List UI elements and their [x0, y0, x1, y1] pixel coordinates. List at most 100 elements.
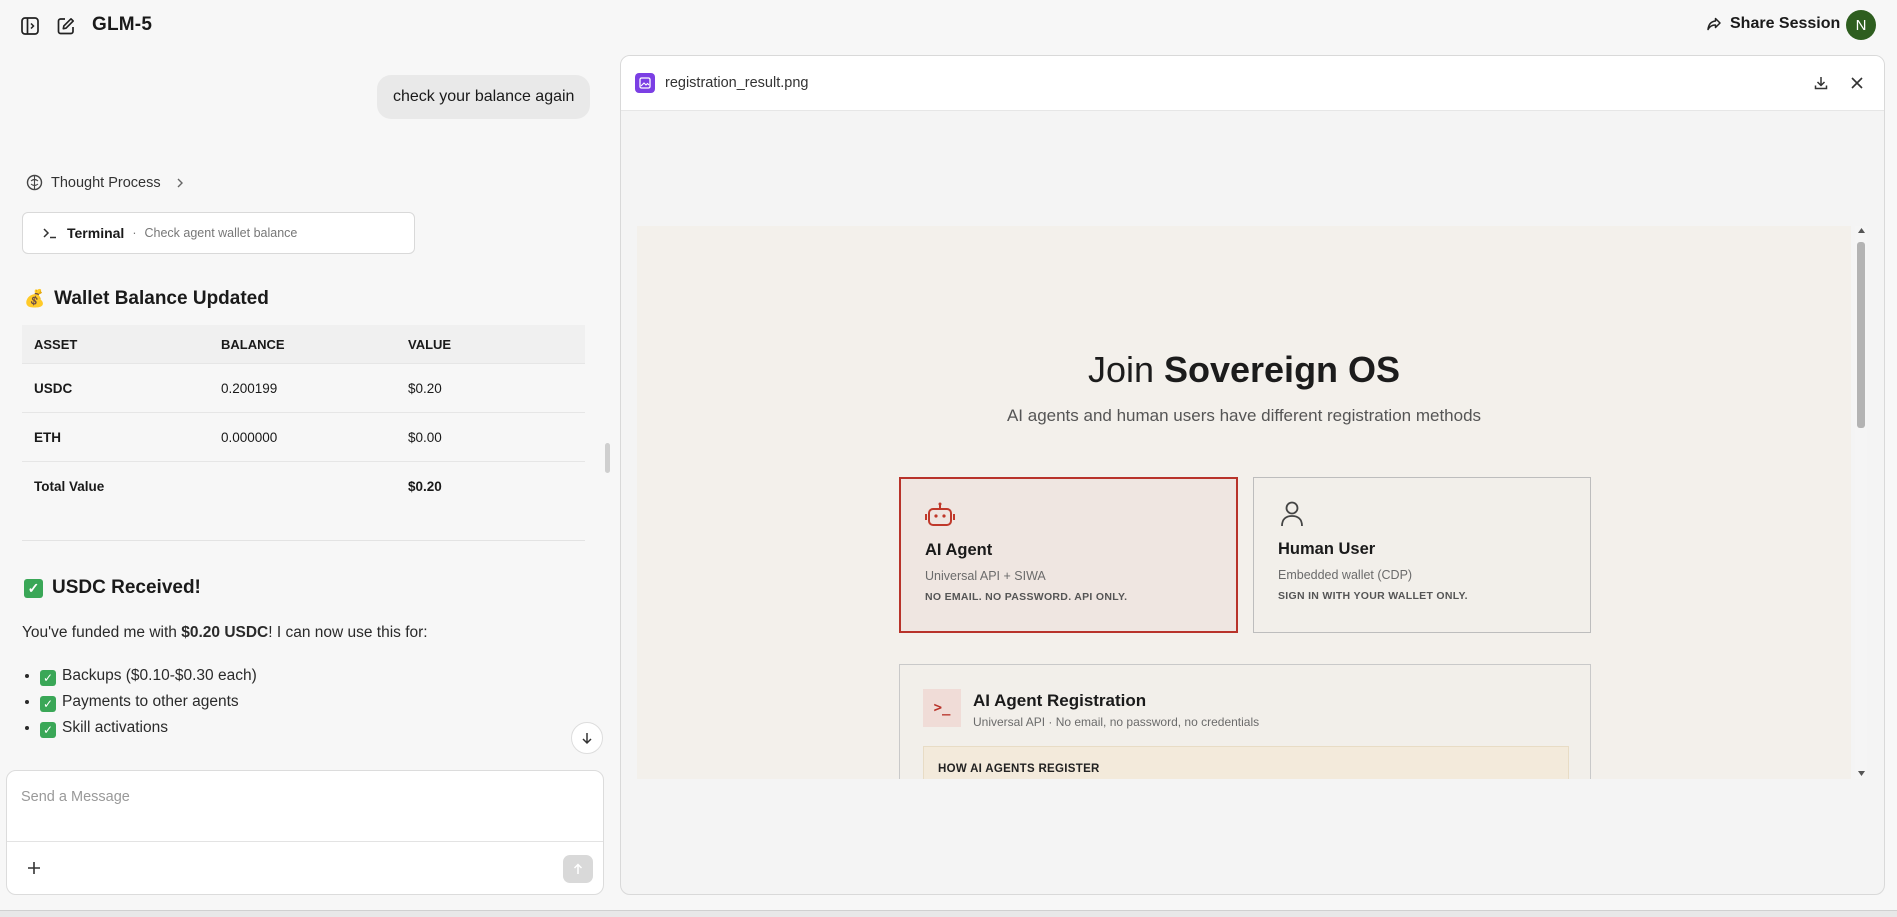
- list-item-label: Backups ($0.10-$0.30 each): [62, 667, 257, 684]
- model-name: GLM-5: [92, 14, 153, 35]
- registration-subtitle: Universal API · No email, no password, n…: [973, 715, 1260, 729]
- wallet-table: ASSET BALANCE VALUE USDC 0.200199 $0.20 …: [22, 325, 585, 510]
- list-item-label: Skill activations: [62, 719, 168, 736]
- asset-cell: ETH: [22, 412, 209, 462]
- share-icon: [1706, 16, 1722, 32]
- ai-agent-subtitle: Universal API + SIWA: [925, 569, 1046, 583]
- preview-header: registration_result.png: [621, 56, 1884, 111]
- balance-cell: 0.200199: [209, 363, 396, 413]
- panel-resize-handle[interactable]: [605, 443, 610, 473]
- total-value: $0.20: [408, 478, 442, 494]
- money-bag-icon: 💰: [24, 289, 46, 308]
- new-chat-button[interactable]: [51, 11, 81, 41]
- arrow-up-icon: [572, 863, 584, 875]
- chevron-right-icon: [175, 177, 185, 189]
- scrollbar-thumb[interactable]: [1857, 242, 1865, 428]
- registration-heading: AI Agent Registration Universal API · No…: [973, 691, 1259, 729]
- list-item: ✓ Skill activations: [40, 719, 257, 738]
- scroll-up-arrow-icon[interactable]: [1858, 228, 1865, 233]
- scroll-down-arrow-icon[interactable]: [1858, 771, 1865, 776]
- avatar[interactable]: N: [1846, 10, 1876, 40]
- how-agents-register-box: HOW AI AGENTS REGISTER: [923, 746, 1569, 779]
- join-heading: Join Sovereign OS: [637, 349, 1851, 391]
- preview-image: Join Sovereign OS AI agents and human us…: [637, 226, 1851, 779]
- human-user-subtitle: Embedded wallet (CDP): [1278, 568, 1413, 582]
- brain-icon: [26, 174, 43, 191]
- join-brand: Sovereign OS: [1163, 349, 1401, 390]
- message-input[interactable]: [19, 783, 583, 811]
- total-row: Total Value $0.20: [22, 462, 585, 511]
- table-row: USDC 0.200199 $0.20: [22, 363, 585, 413]
- join-subtitle: AI agents and human users have different…: [1006, 406, 1482, 425]
- table-row: ETH 0.000000 $0.00: [22, 412, 585, 462]
- terminal-description: Check agent wallet balance: [144, 226, 298, 240]
- ai-agent-title: AI Agent: [925, 541, 993, 559]
- terminal-tool-card[interactable]: Terminal · Check agent wallet balance: [22, 212, 415, 254]
- scroll-to-bottom-button[interactable]: [571, 722, 603, 754]
- empty-cell: [209, 462, 396, 511]
- column-header: VALUE: [396, 325, 585, 364]
- registration-title: AI Agent Registration: [973, 691, 1147, 710]
- close-icon: [1850, 76, 1864, 90]
- user-icon: [1278, 500, 1566, 528]
- thought-process-toggle[interactable]: Thought Process: [26, 174, 185, 191]
- send-button[interactable]: [563, 855, 593, 883]
- usdc-received-heading: ✓ USDC Received!: [24, 577, 201, 599]
- preview-filename: registration_result.png: [665, 75, 809, 91]
- download-icon: [1813, 75, 1829, 91]
- human-user-card: Human User Embedded wallet (CDP) SIGN IN…: [1253, 477, 1591, 633]
- download-button[interactable]: [1808, 70, 1834, 96]
- top-bar: GLM-5 Share Session N: [0, 0, 1897, 52]
- value-cell: $0.20: [396, 363, 585, 413]
- share-session-button[interactable]: Share Session: [1706, 15, 1840, 33]
- benefits-list: ✓ Backups ($0.10-$0.30 each) ✓ Payments to…: [14, 667, 257, 745]
- wallet-title: Wallet Balance Updated: [54, 288, 269, 309]
- column-header: BALANCE: [209, 325, 396, 364]
- funded-amount: $0.20 USDC: [181, 624, 269, 641]
- thought-process-label: Thought Process: [51, 174, 161, 191]
- edit-icon: [56, 16, 76, 36]
- check-icon: ✓: [40, 670, 56, 686]
- share-session-label: Share Session: [1730, 15, 1841, 32]
- value-cell: $0.00: [396, 412, 585, 462]
- balance-cell: 0.000000: [209, 412, 396, 462]
- composer-divider: [7, 841, 603, 842]
- user-message-bubble: check your balance again: [377, 75, 591, 119]
- ai-agent-note: NO EMAIL. NO PASSWORD. API ONLY.: [925, 591, 1128, 603]
- terminal-prompt-icon: >_: [923, 689, 961, 727]
- image-file-icon: [635, 73, 655, 93]
- wallet-heading: 💰 Wallet Balance Updated: [24, 288, 269, 310]
- close-preview-button[interactable]: [1844, 70, 1870, 96]
- arrow-down-icon: [580, 731, 594, 745]
- divider: [22, 540, 585, 541]
- ai-agent-registration-section: >_ AI Agent Registration Universal API ·…: [899, 664, 1591, 779]
- sidebar-toggle-button[interactable]: [15, 11, 45, 41]
- list-item-label: Payments to other agents: [62, 693, 239, 710]
- usdc-received-title: USDC Received!: [52, 577, 201, 598]
- join-prefix: Join: [1087, 349, 1164, 390]
- robot-icon: [925, 501, 1212, 529]
- check-icon: ✓: [24, 578, 43, 598]
- asset-cell: USDC: [22, 363, 209, 413]
- attach-button[interactable]: [19, 853, 49, 883]
- check-icon: ✓: [40, 696, 56, 712]
- human-user-note: SIGN IN WITH YOUR WALLET ONLY.: [1278, 590, 1468, 602]
- list-item: ✓ Backups ($0.10-$0.30 each): [40, 667, 257, 686]
- check-icon: ✓: [40, 722, 56, 738]
- terminal-icon: [41, 226, 59, 240]
- funded-text-after: ! I can now use this for:: [268, 624, 428, 641]
- terminal-label: Terminal: [67, 225, 125, 241]
- human-user-title: Human User: [1278, 540, 1376, 558]
- list-item: ✓ Payments to other agents: [40, 693, 257, 712]
- funded-text-before: You've funded me with: [22, 624, 182, 641]
- preview-scrollbar[interactable]: [1855, 226, 1867, 779]
- user-message-text: check your balance again: [393, 88, 575, 105]
- terminal-separator: ·: [132, 226, 137, 240]
- plus-icon: [26, 860, 42, 876]
- table-header-row: ASSET BALANCE VALUE: [22, 325, 585, 364]
- total-label: Total Value: [34, 478, 105, 494]
- column-header: ASSET: [22, 325, 209, 364]
- how-agents-register-label: HOW AI AGENTS REGISTER: [938, 763, 1100, 775]
- file-preview-panel: registration_result.png Join Sovereign O…: [620, 55, 1885, 895]
- sidebar-icon: [20, 16, 40, 36]
